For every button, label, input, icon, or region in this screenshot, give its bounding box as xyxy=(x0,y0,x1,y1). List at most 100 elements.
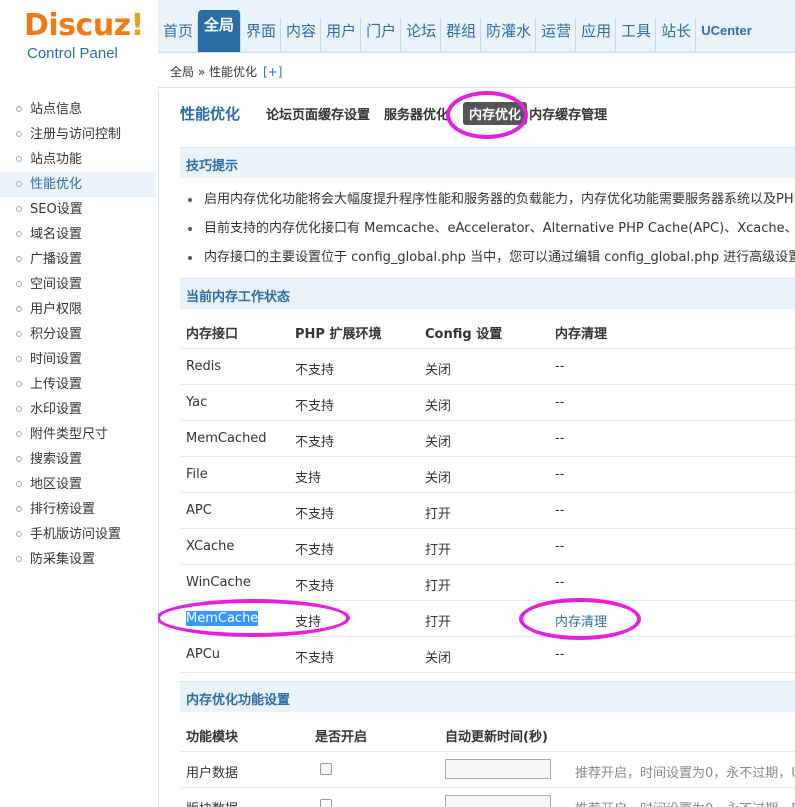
bullet-icon xyxy=(16,456,22,462)
bullet-icon xyxy=(16,156,22,162)
sidebar-item-seo[interactable]: SEO设置 xyxy=(0,197,156,222)
sidebar-item-permissions[interactable]: 用户权限 xyxy=(0,297,156,322)
nav-global[interactable]: 全局 xyxy=(198,10,242,52)
column-header: 内存清理 xyxy=(555,327,608,342)
bullet-icon xyxy=(16,131,22,137)
bullet-icon xyxy=(188,197,192,202)
sidebar-item-region[interactable]: 地区设置 xyxy=(0,472,156,497)
breadcrumb-text: 全局 » 性能优化 xyxy=(170,65,257,79)
sidebar-item-search[interactable]: 搜索设置 xyxy=(0,447,156,472)
add-shortcut-link[interactable]: [+] xyxy=(263,65,282,79)
enable-checkbox[interactable] xyxy=(320,763,332,775)
table-row: APCu 不支持 关闭 -- xyxy=(180,636,795,673)
update-time-input[interactable] xyxy=(445,795,551,807)
bullet-icon xyxy=(16,481,22,487)
tips-title: 技巧提示 xyxy=(186,159,239,174)
sidebar-item-broadcast[interactable]: 广播设置 xyxy=(0,247,156,272)
table-row: 版块数据 推荐开启，时间设置为0，永不过期，FID xyxy=(180,787,795,807)
table-row: File 支持 关闭 -- xyxy=(180,456,795,493)
bullet-icon xyxy=(16,356,22,362)
logo-text: Discuz xyxy=(24,8,131,43)
table-header-row: 功能模块 是否开启 自动更新时间(秒) xyxy=(180,715,795,752)
bullet-icon xyxy=(16,531,22,537)
memory-clear-link[interactable]: 内存清理 xyxy=(555,611,607,630)
func-title: 内存优化功能设置 xyxy=(186,693,291,708)
bullet-icon xyxy=(16,281,22,287)
sidebar-item-site-info[interactable]: 站点信息 xyxy=(0,97,156,122)
tab-memory-optimization[interactable]: 内存优化 xyxy=(463,101,528,125)
table-row: Redis 不支持 关闭 -- xyxy=(180,348,795,385)
tip-item: 目前支持的内存优化接口有 Memcache、eAccelerator、Alter… xyxy=(188,217,795,236)
column-header: Config 设置 xyxy=(425,327,503,342)
sidebar-item-ranking[interactable]: 排行榜设置 xyxy=(0,497,156,522)
breadcrumb-bar: 全局 » 性能优化 [+] xyxy=(158,53,795,88)
bullet-icon xyxy=(16,231,22,237)
sidebar-item-time[interactable]: 时间设置 xyxy=(0,347,156,372)
breadcrumb: 全局 » 性能优化 [+] xyxy=(170,63,282,80)
table-row: MemCached 不支持 关闭 -- xyxy=(180,420,795,457)
tips-section-header: 技巧提示 xyxy=(180,147,795,178)
tab-forum-page-cache[interactable]: 论坛页面缓存设置 xyxy=(266,104,370,123)
nav-apps[interactable]: 应用 xyxy=(576,18,617,52)
bullet-icon xyxy=(16,431,22,437)
status-section-header: 当前内存工作状态 xyxy=(180,278,795,309)
main-content: 性能优化 论坛页面缓存设置 服务器优化 内存优化 内存缓存管理 技巧提示 启用内… xyxy=(158,88,795,807)
logo[interactable]: Discuz! Control Panel xyxy=(0,0,158,90)
sidebar: 站点信息 注册与访问控制 站点功能 性能优化 SEO设置 域名设置 广播设置 空… xyxy=(0,90,159,807)
table-row: Yac 不支持 关闭 -- xyxy=(180,384,795,421)
bullet-icon xyxy=(16,181,22,187)
nav-home[interactable]: 首页 xyxy=(158,18,199,52)
update-time-input[interactable] xyxy=(445,759,551,779)
column-header: 内存接口 xyxy=(186,327,239,342)
sidebar-item-site-features[interactable]: 站点功能 xyxy=(0,147,156,172)
column-header: PHP 扩展环境 xyxy=(295,327,382,342)
table-row: XCache 不支持 打开 -- xyxy=(180,528,795,565)
tab-memory-cache-management[interactable]: 内存缓存管理 xyxy=(529,104,607,123)
bullet-icon xyxy=(16,106,22,112)
status-title: 当前内存工作状态 xyxy=(186,290,291,305)
nav-admin[interactable]: 站长 xyxy=(656,18,697,52)
tab-server-optimization[interactable]: 服务器优化 xyxy=(384,104,449,123)
nav-content[interactable]: 内容 xyxy=(281,18,322,52)
nav-groups[interactable]: 群组 xyxy=(441,18,482,52)
selected-text: MemCache xyxy=(186,611,259,626)
nav-users[interactable]: 用户 xyxy=(321,18,362,52)
bullet-icon xyxy=(16,406,22,412)
sidebar-item-anti-scrape[interactable]: 防采集设置 xyxy=(0,547,156,572)
page-title: 性能优化 xyxy=(180,104,241,123)
column-header: 功能模块 xyxy=(186,730,239,745)
nav-interface[interactable]: 界面 xyxy=(241,18,282,52)
top-nav-bar: 首页 全局 界面 内容 用户 门户 论坛 群组 防灌水 运营 应用 工具 站长 … xyxy=(158,0,795,53)
bullet-icon xyxy=(16,381,22,387)
sidebar-item-upload[interactable]: 上传设置 xyxy=(0,372,156,397)
nav-portal[interactable]: 门户 xyxy=(361,18,402,52)
nav-operations[interactable]: 运营 xyxy=(536,18,577,52)
tip-item: 内存接口的主要设置位于 config_global.php 当中，您可以通过编辑… xyxy=(188,246,795,265)
sidebar-item-credits[interactable]: 积分设置 xyxy=(0,322,156,347)
sidebar-item-domain[interactable]: 域名设置 xyxy=(0,222,156,247)
bullet-icon xyxy=(16,206,22,212)
sidebar-item-space[interactable]: 空间设置 xyxy=(0,272,156,297)
table-row: MemCache 支持 打开 内存清理 xyxy=(180,600,795,637)
logo-bang: ! xyxy=(130,8,145,43)
func-section-header: 内存优化功能设置 xyxy=(180,681,795,712)
sidebar-item-attachment-types[interactable]: 附件类型尺寸 xyxy=(0,422,156,447)
sidebar-item-performance[interactable]: 性能优化 xyxy=(0,172,156,197)
column-header: 自动更新时间(秒) xyxy=(445,730,548,745)
nav-forum[interactable]: 论坛 xyxy=(401,18,442,52)
sidebar-item-watermark[interactable]: 水印设置 xyxy=(0,397,156,422)
sidebar-item-mobile[interactable]: 手机版访问设置 xyxy=(0,522,156,547)
header: Discuz! Control Panel 首页 全局 界面 内容 用户 门户 … xyxy=(0,0,795,90)
enable-checkbox[interactable] xyxy=(320,799,332,807)
main-nav: 首页 全局 界面 内容 用户 门户 论坛 群组 防灌水 运营 应用 工具 站长 … xyxy=(158,10,756,52)
bullet-icon xyxy=(16,556,22,562)
bullet-icon xyxy=(188,226,192,231)
nav-ucenter[interactable]: UCenter xyxy=(696,18,756,52)
column-header: 是否开启 xyxy=(315,730,368,745)
bullet-icon xyxy=(16,506,22,512)
table-row: APC 不支持 打开 -- xyxy=(180,492,795,529)
nav-tools[interactable]: 工具 xyxy=(616,18,657,52)
nav-antispam[interactable]: 防灌水 xyxy=(481,18,537,52)
sub-nav: 性能优化 论坛页面缓存设置 服务器优化 内存优化 内存缓存管理 xyxy=(180,101,621,125)
sidebar-item-register-access[interactable]: 注册与访问控制 xyxy=(0,122,156,147)
